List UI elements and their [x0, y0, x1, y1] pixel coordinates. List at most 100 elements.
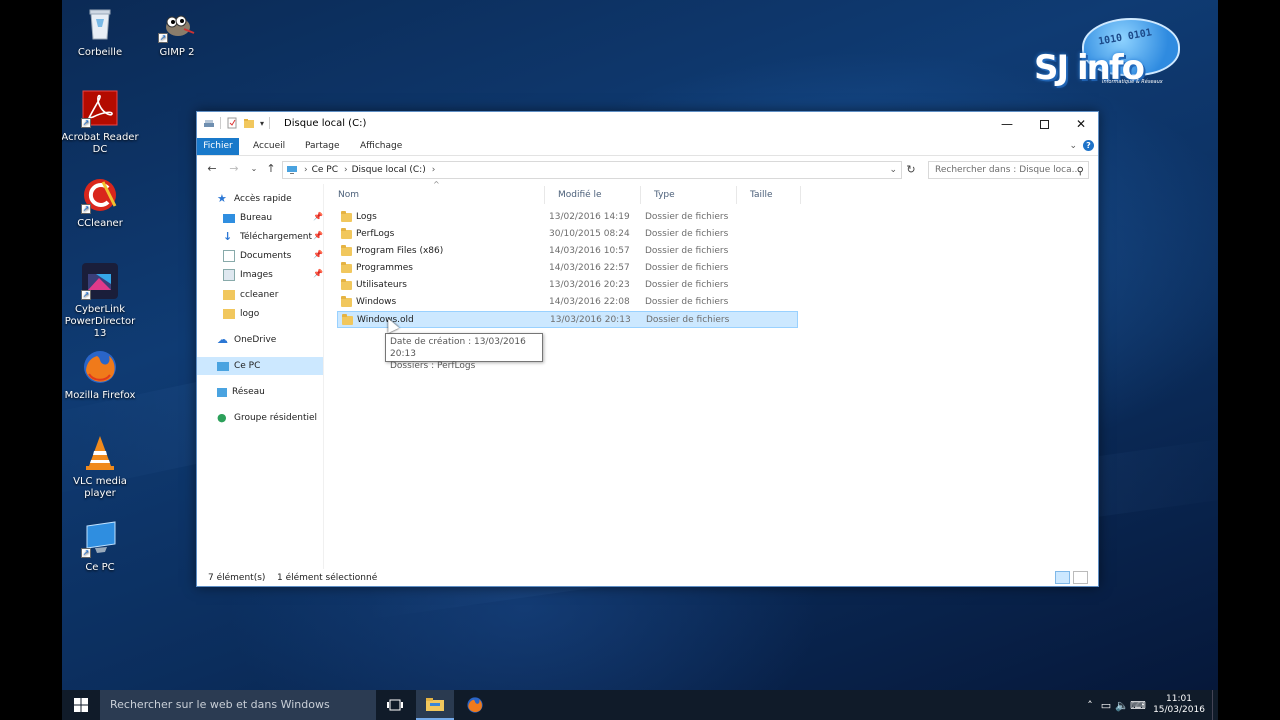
- tab-affichage[interactable]: Affichage: [360, 138, 402, 155]
- gimp-icon: ↗: [158, 5, 196, 43]
- expand-ribbon-chevron-icon[interactable]: ⌄: [1069, 141, 1077, 151]
- refresh-icon: ↻: [906, 163, 916, 176]
- taskbar-firefox[interactable]: [456, 690, 494, 720]
- keyboard-icon[interactable]: ⌨: [1130, 699, 1146, 712]
- show-desktop-button[interactable]: [1212, 690, 1218, 720]
- vlc-icon: [81, 434, 119, 472]
- start-button[interactable]: [62, 690, 100, 720]
- maximize-button[interactable]: [1026, 112, 1062, 136]
- file-name: Logs: [356, 212, 377, 222]
- tab-partage[interactable]: Partage: [305, 138, 340, 155]
- desktop-icon-this-pc[interactable]: ↗ Ce PC: [62, 520, 140, 574]
- breadcrumb-ce-pc[interactable]: Ce PC: [312, 165, 338, 175]
- refresh-button[interactable]: ↻: [903, 162, 919, 178]
- table-row[interactable]: Windows 14/03/2016 22:08 Dossier de fich…: [337, 294, 798, 311]
- nav-quick-access[interactable]: ★ Accès rapide: [217, 190, 292, 208]
- breadcrumb-chevron-icon[interactable]: ›: [344, 165, 348, 175]
- title-bar[interactable]: ▾ Disque local (C:) — ✕: [197, 112, 1098, 136]
- folder-icon: [342, 314, 353, 325]
- breadcrumb-chevron-icon[interactable]: ›: [304, 165, 308, 175]
- folder-icon: [341, 296, 352, 307]
- desktop-icon-gimp[interactable]: ↗ GIMP 2: [137, 5, 217, 59]
- properties-icon[interactable]: [226, 117, 238, 129]
- windows-logo-icon: [74, 698, 88, 712]
- desktop-icon-recycle-bin[interactable]: Corbeille: [62, 5, 140, 59]
- taskbar: Rechercher sur le web et dans Windows ˄ …: [62, 690, 1218, 720]
- table-row-selected[interactable]: Windows.old 13/03/2016 20:13 Dossier de …: [337, 311, 798, 328]
- nav-item-images[interactable]: Images: [223, 266, 273, 284]
- drive-icon: [204, 120, 214, 127]
- recycle-bin-icon: [81, 5, 119, 43]
- tab-accueil[interactable]: Accueil: [253, 138, 285, 155]
- pictures-icon: [223, 269, 235, 281]
- file-list: ^ Nom Modifié le Type Taille Logs 13/02/…: [325, 180, 1098, 569]
- customize-toolbar-chevron-icon[interactable]: ▾: [260, 119, 264, 128]
- nav-item-documents[interactable]: Documents: [223, 247, 291, 265]
- recent-locations-button[interactable]: ⌄: [246, 161, 262, 177]
- address-bar[interactable]: › Ce PC › Disque local (C:) › ⌄: [282, 161, 902, 179]
- task-view-button[interactable]: [376, 690, 414, 720]
- download-icon: ↓: [223, 230, 233, 243]
- column-header-modified[interactable]: Modifié le: [545, 186, 641, 204]
- table-row[interactable]: PerfLogs 30/10/2015 08:24 Dossier de fic…: [337, 226, 798, 243]
- forward-button[interactable]: →: [226, 161, 242, 177]
- clock[interactable]: 11:01 15/03/2016: [1146, 694, 1212, 716]
- table-row[interactable]: Utilisateurs 13/03/2016 20:23 Dossier de…: [337, 277, 798, 294]
- desktop-icon-label: Corbeille: [77, 47, 123, 58]
- up-button[interactable]: ↑: [263, 161, 279, 177]
- documents-icon: [223, 250, 235, 262]
- new-folder-icon[interactable]: [243, 117, 255, 129]
- breadcrumb-chevron-icon[interactable]: ›: [432, 165, 436, 175]
- table-row[interactable]: Program Files (x86) 14/03/2016 10:57 Dos…: [337, 243, 798, 260]
- sj-info-logo: 1010 0101 SJ info Informatique & Réseaux: [1034, 18, 1189, 88]
- large-icons-view-icon[interactable]: [1073, 571, 1088, 584]
- nav-item-ccleaner[interactable]: ccleaner: [223, 286, 278, 304]
- column-header-name[interactable]: Nom: [325, 186, 545, 204]
- nav-item-telechargements[interactable]: ↓ Téléchargements: [223, 228, 312, 246]
- help-icon[interactable]: ?: [1083, 140, 1094, 151]
- file-type: Dossier de fichiers: [645, 263, 729, 273]
- nav-homegroup[interactable]: ● Groupe résidentiel: [217, 409, 317, 427]
- arrow-up-icon: ↑: [266, 162, 276, 175]
- volume-icon[interactable]: 🔈: [1114, 699, 1130, 712]
- network-icon[interactable]: ▭: [1098, 699, 1114, 712]
- nav-network[interactable]: Réseau: [217, 383, 265, 401]
- desktop-icon-powerdirector[interactable]: ↗ CyberLink PowerDirector 13: [62, 262, 140, 340]
- desktop-icon-vlc[interactable]: VLC media player: [62, 434, 140, 500]
- file-name: Windows: [356, 297, 397, 307]
- nav-item-logo[interactable]: logo: [223, 305, 259, 323]
- pc-icon: [287, 166, 297, 174]
- column-header-size[interactable]: Taille: [737, 186, 801, 204]
- desktop-icon-label: Ce PC: [85, 562, 115, 573]
- close-button[interactable]: ✕: [1063, 112, 1099, 136]
- nav-item-bureau[interactable]: Bureau: [223, 209, 272, 227]
- minimize-button[interactable]: —: [989, 112, 1025, 136]
- taskbar-search-input[interactable]: Rechercher sur le web et dans Windows: [100, 690, 376, 720]
- search-placeholder: Rechercher dans : Disque loca...: [935, 165, 1081, 175]
- table-row[interactable]: Logs 13/02/2016 14:19 Dossier de fichier…: [337, 209, 798, 226]
- desktop-icon-ccleaner[interactable]: ↗ CCleaner: [62, 176, 140, 230]
- desktop-icon-firefox[interactable]: Mozilla Firefox: [62, 348, 140, 402]
- ribbon-controls: ⌄ ?: [1069, 140, 1094, 151]
- details-view-icon[interactable]: [1055, 571, 1070, 584]
- taskbar-file-explorer[interactable]: [416, 690, 454, 720]
- back-button[interactable]: ←: [204, 161, 220, 177]
- file-type: Dossier de fichiers: [645, 280, 729, 290]
- status-bar: 7 élément(s) 1 élément sélectionné: [197, 569, 1098, 587]
- pin-icon: 📌: [313, 212, 323, 221]
- clock-date: 15/03/2016: [1153, 705, 1205, 715]
- file-type: Dossier de fichiers: [645, 297, 729, 307]
- address-dropdown-icon[interactable]: ⌄: [889, 165, 897, 175]
- search-input[interactable]: Rechercher dans : Disque loca... ⚲: [928, 161, 1089, 179]
- breadcrumb-disque-local[interactable]: Disque local (C:): [352, 165, 426, 175]
- file-type: Dossier de fichiers: [645, 229, 729, 239]
- homegroup-icon: ●: [217, 411, 227, 424]
- column-header-type[interactable]: Type: [641, 186, 737, 204]
- chevron-up-icon[interactable]: ˄: [1082, 699, 1098, 712]
- tab-fichier[interactable]: Fichier: [197, 138, 239, 155]
- tooltip-folders: Dossiers : PerfLogs: [390, 361, 476, 371]
- nav-onedrive[interactable]: ☁ OneDrive: [217, 331, 276, 349]
- table-row[interactable]: Programmes 14/03/2016 22:57 Dossier de f…: [337, 260, 798, 277]
- desktop-icon-acrobat[interactable]: ↗ Acrobat Reader DC: [62, 90, 140, 156]
- nav-this-pc[interactable]: Ce PC: [197, 357, 323, 375]
